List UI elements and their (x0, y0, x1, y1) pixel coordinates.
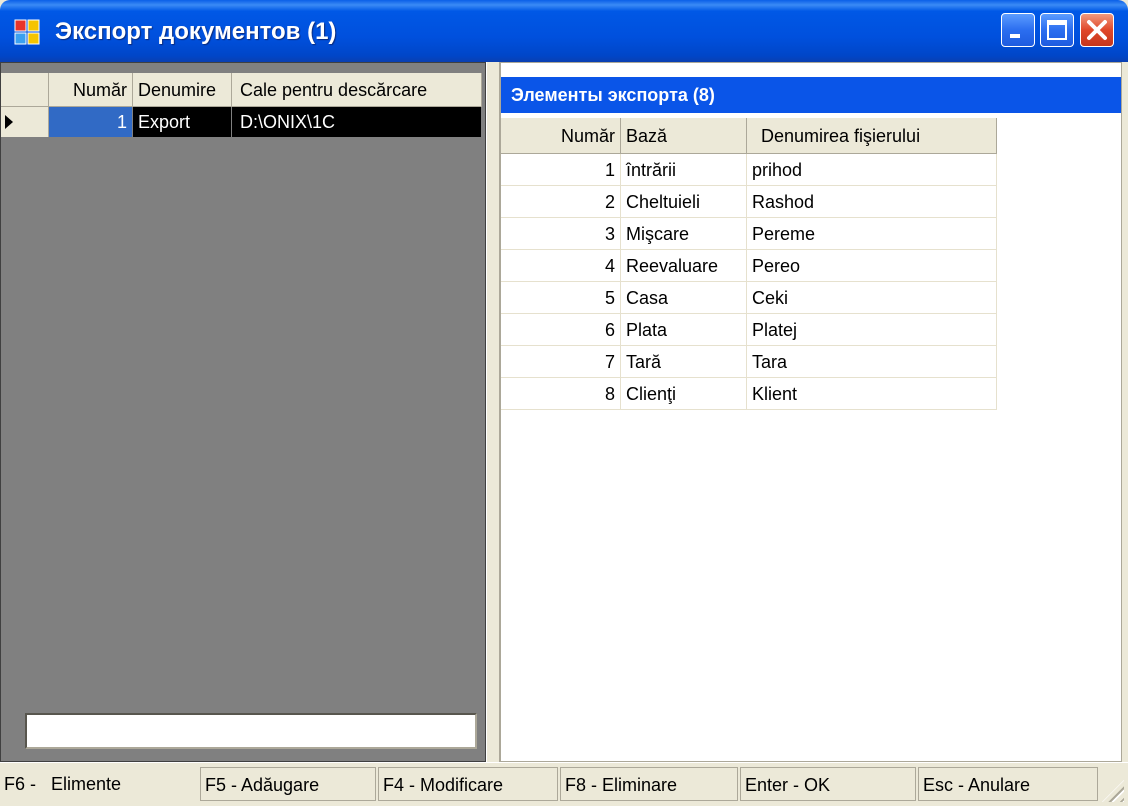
table-row[interactable]: 1 Export D:\ONIX\1C (1, 107, 485, 137)
cell-number[interactable]: 8 (501, 378, 621, 410)
col-header-filename[interactable]: Denumirea fişierului (747, 118, 997, 154)
table-row[interactable]: 1 întrării prihod (501, 154, 1001, 186)
table-row[interactable]: 4 Reevaluare Pereo (501, 250, 1001, 282)
cell-number[interactable]: 7 (501, 346, 621, 378)
cell-number[interactable]: 1 (49, 107, 133, 137)
table-row[interactable]: 8 Clienţi Klient (501, 378, 1001, 410)
current-row-indicator-icon (5, 115, 13, 129)
status-esc-cancel[interactable]: Esc - Anulare (918, 767, 1098, 801)
status-f8-delete[interactable]: F8 - Eliminare (560, 767, 738, 801)
right-grid-header: Număr Bază Denumirea fişierului (501, 118, 1001, 154)
cell-base[interactable]: Casa (621, 282, 747, 314)
cell-filename[interactable]: Klient (747, 378, 997, 410)
row-selector[interactable] (1, 107, 49, 137)
filter-input[interactable] (25, 713, 477, 749)
cell-base[interactable]: Mişcare (621, 218, 747, 250)
status-enter-ok[interactable]: Enter - OK (740, 767, 916, 801)
col-header-number[interactable]: Număr (49, 73, 133, 107)
panel-splitter[interactable] (486, 62, 500, 762)
maximize-button[interactable] (1040, 13, 1074, 47)
cell-filename[interactable]: prihod (747, 154, 997, 186)
col-header-name[interactable]: Denumire (133, 73, 232, 107)
status-bar: F6 - Elimente F5 - Adăugare F4 - Modific… (0, 762, 1128, 806)
left-grid-header: Număr Denumire Cale pentru descărcare (1, 73, 485, 107)
table-row[interactable]: 3 Mişcare Pereme (501, 218, 1001, 250)
export-documents-window: Экспорт документов (1) Număr Denumire Ca… (0, 0, 1128, 806)
window-title: Экспорт документов (1) (55, 18, 337, 45)
col-header-base[interactable]: Bază (621, 118, 747, 154)
table-row[interactable]: 7 Tară Tara (501, 346, 1001, 378)
status-f6-key: F6 - (4, 774, 37, 794)
cell-filename[interactable]: Pereo (747, 250, 997, 282)
cell-number[interactable]: 6 (501, 314, 621, 346)
export-list-grid[interactable]: Număr Denumire Cale pentru descărcare 1 … (0, 62, 486, 762)
cell-number[interactable]: 5 (501, 282, 621, 314)
status-f6-elements[interactable]: F6 - Elimente (0, 767, 200, 801)
cell-filename[interactable]: Pereme (747, 218, 997, 250)
cell-filename[interactable]: Ceki (747, 282, 997, 314)
cell-base[interactable]: Plata (621, 314, 747, 346)
cell-number[interactable]: 1 (501, 154, 621, 186)
cell-base[interactable]: Clienţi (621, 378, 747, 410)
app-icon (14, 19, 40, 45)
table-row[interactable]: 6 Plata Platej (501, 314, 1001, 346)
cell-number[interactable]: 4 (501, 250, 621, 282)
close-icon (1087, 20, 1107, 40)
row-header-corner (1, 73, 49, 107)
minimize-button[interactable] (1001, 13, 1035, 47)
cell-number[interactable]: 2 (501, 186, 621, 218)
export-elements-panel: Элементы экспорта (8) Număr Bază Denumir… (500, 62, 1122, 762)
cell-path[interactable]: D:\ONIX\1C (232, 107, 482, 137)
resize-grip[interactable] (1102, 780, 1124, 802)
cell-filename[interactable]: Platej (747, 314, 997, 346)
cell-filename[interactable]: Tara (747, 346, 997, 378)
maximize-icon (1047, 20, 1067, 40)
export-elements-caption: Элементы экспорта (8) (501, 77, 1121, 113)
col-header-path[interactable]: Cale pentru descărcare (232, 73, 482, 107)
minimize-icon (1010, 34, 1020, 38)
status-f6-label: Elimente (51, 774, 122, 794)
cell-base[interactable]: Tară (621, 346, 747, 378)
status-f4-modify[interactable]: F4 - Modificare (378, 767, 558, 801)
cell-filename[interactable]: Rashod (747, 186, 997, 218)
cell-name[interactable]: Export (133, 107, 232, 137)
cell-base[interactable]: întrării (621, 154, 747, 186)
cell-base[interactable]: Reevaluare (621, 250, 747, 282)
table-row[interactable]: 2 Cheltuieli Rashod (501, 186, 1001, 218)
status-f5-add[interactable]: F5 - Adăugare (200, 767, 376, 801)
cell-number[interactable]: 3 (501, 218, 621, 250)
title-bar[interactable]: Экспорт документов (1) (0, 0, 1128, 62)
cell-base[interactable]: Cheltuieli (621, 186, 747, 218)
col-header-number[interactable]: Număr (501, 118, 621, 154)
table-row[interactable]: 5 Casa Ceki (501, 282, 1001, 314)
close-button[interactable] (1080, 13, 1114, 47)
